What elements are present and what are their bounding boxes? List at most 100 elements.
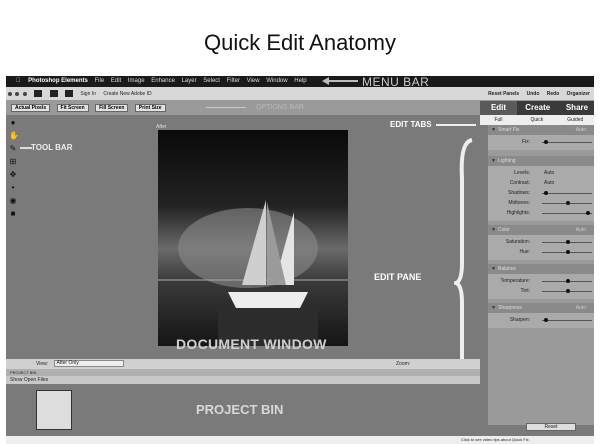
lighting-body: Levels: Auto Contrast: Auto Shadows: Mid… (488, 166, 594, 221)
organizer-button[interactable]: Organizer (567, 91, 590, 97)
sharpen-slider-knob[interactable] (544, 318, 548, 322)
reset-panels-button[interactable]: Reset Panels (488, 91, 519, 97)
menu-image[interactable]: Image (128, 76, 145, 87)
apple-icon[interactable]:  (16, 76, 21, 87)
tab-share[interactable]: Share (558, 101, 594, 115)
reset-button[interactable]: Reset (526, 423, 576, 431)
shadows-row: Shadows: (492, 188, 592, 198)
redo-button[interactable]: Redo (547, 91, 560, 97)
window-control-icon[interactable] (8, 91, 12, 96)
menu-view[interactable]: View (247, 76, 260, 87)
show-open-files-select[interactable]: Show Open Files (6, 376, 480, 384)
triangle-down-icon: ▼ (491, 227, 496, 233)
saturation-slider-knob[interactable] (566, 240, 570, 244)
tint-label: Tint: (520, 288, 530, 294)
levels-auto-button[interactable]: Auto (544, 168, 554, 178)
project-bin-thumbnail[interactable] (36, 390, 72, 430)
menu-file[interactable]: File (95, 76, 105, 87)
layout-icon[interactable] (49, 90, 58, 98)
subtab-full[interactable]: Full (480, 115, 517, 125)
shadows-slider[interactable] (542, 193, 592, 194)
actual-pixels-button[interactable]: Actual Pixels (11, 103, 51, 112)
hand-tool-icon[interactable]: ✋ (9, 132, 19, 140)
color-swatch-icon[interactable]: ■ (9, 210, 17, 218)
highlights-slider[interactable] (542, 213, 592, 214)
top-bar-right: Reset Panels Undo Redo Organizer (482, 87, 590, 101)
video-tips-link[interactable]: Click to see video tips about Quick Fix. (461, 436, 530, 444)
layout-icon[interactable] (34, 90, 43, 98)
layout-icon[interactable] (64, 90, 73, 98)
red-eye-tool-icon[interactable]: • (9, 184, 17, 192)
shadows-slider-knob[interactable] (544, 191, 548, 195)
menu-select[interactable]: Select (203, 76, 220, 87)
document-window[interactable] (158, 130, 348, 346)
undo-button[interactable]: Undo (527, 91, 540, 97)
menu-bar-arrow (322, 77, 358, 85)
fix-slider[interactable] (542, 142, 592, 143)
tab-edit[interactable]: Edit (480, 101, 517, 115)
subtab-quick[interactable]: Quick (518, 115, 555, 125)
color-auto-button[interactable]: Auto (576, 225, 586, 235)
edit-pane: ▼ Smart Fix Auto Fix: ▼ Lighting Levels:… (488, 125, 594, 425)
options-bar: Actual Pixels Fit Screen Fill Screen Pri… (6, 101, 480, 115)
sharpness-header[interactable]: ▼ Sharpness Auto (488, 303, 594, 313)
tab-create[interactable]: Create (519, 101, 556, 115)
lighting-header[interactable]: ▼ Lighting (488, 156, 594, 166)
sharpness-auto-button[interactable]: Auto (576, 303, 586, 313)
whiten-teeth-tool-icon[interactable]: ◉ (9, 197, 17, 205)
fix-row: Fix: (492, 137, 592, 147)
window-control-icon[interactable] (15, 91, 20, 96)
project-bin-header[interactable]: PROJECT BIN (6, 369, 480, 376)
menu-filter[interactable]: Filter (227, 76, 240, 87)
smart-fix-header[interactable]: ▼ Smart Fix Auto (488, 125, 594, 135)
sharpen-slider[interactable] (542, 320, 592, 321)
sharpness-body: Sharpen: (488, 313, 594, 328)
balance-body: Temperature: Tint: (488, 274, 594, 299)
temperature-row: Temperature: (492, 276, 592, 286)
fit-screen-button[interactable]: Fit Screen (56, 103, 89, 112)
balance-section: ▼ Balance Temperature: Tint: (488, 264, 594, 299)
menu-help[interactable]: Help (294, 76, 306, 87)
fill-screen-button[interactable]: Fill Screen (95, 103, 129, 112)
menu-layer[interactable]: Layer (182, 76, 197, 87)
contrast-label: Contrast: (509, 180, 530, 186)
quick-selection-tool-icon[interactable]: ✎ (9, 145, 17, 153)
window-control-icon[interactable] (22, 91, 27, 96)
sailboat-photo (158, 200, 348, 346)
edit-subtabs: Full Quick Guided (480, 115, 594, 125)
tint-slider-knob[interactable] (566, 289, 570, 293)
create-id-link[interactable]: Create New Adobe ID (103, 91, 151, 97)
view-bar: View: After Only Zoom: (6, 359, 480, 369)
document-window-annotation: DOCUMENT WINDOW (176, 336, 327, 352)
highlights-label: Highlights: (506, 210, 530, 216)
edit-tabs-arrow (436, 124, 476, 126)
smart-fix-auto-button[interactable]: Auto (576, 125, 586, 135)
temperature-slider-knob[interactable] (566, 279, 570, 283)
contrast-auto-button[interactable]: Auto (544, 178, 554, 188)
balance-header[interactable]: ▼ Balance (488, 264, 594, 274)
hue-slider-knob[interactable] (566, 250, 570, 254)
fix-slider-knob[interactable] (544, 140, 548, 144)
menu-app-name[interactable]: Photoshop Elements (28, 76, 88, 87)
crop-tool-icon[interactable]: ⊞ (9, 158, 17, 166)
fix-label: Fix: (521, 139, 530, 145)
top-bar: Sign In Create New Adobe ID Reset Panels… (6, 87, 594, 101)
highlights-slider-knob[interactable] (586, 211, 590, 215)
menu-enhance[interactable]: Enhance (151, 76, 175, 87)
zoom-tool-icon[interactable]: ● (9, 119, 17, 127)
color-body: Saturation: Hue: (488, 235, 594, 260)
view-select[interactable]: After Only (53, 360, 124, 368)
smart-fix-section: ▼ Smart Fix Auto Fix: (488, 125, 594, 150)
saturation-row: Saturation: (492, 237, 592, 247)
sign-in-link[interactable]: Sign In (80, 91, 96, 97)
midtones-slider-knob[interactable] (566, 201, 570, 205)
menu-window[interactable]: Window (266, 76, 287, 87)
print-size-button[interactable]: Print Size (134, 103, 166, 112)
view-label: View: (36, 361, 49, 367)
shadows-label: Shadows: (508, 190, 530, 196)
color-header[interactable]: ▼ Color Auto (488, 225, 594, 235)
sharpness-title: Sharpness (498, 305, 522, 311)
move-tool-icon[interactable]: ✥ (9, 171, 17, 179)
menu-edit[interactable]: Edit (111, 76, 121, 87)
subtab-guided[interactable]: Guided (557, 115, 594, 125)
